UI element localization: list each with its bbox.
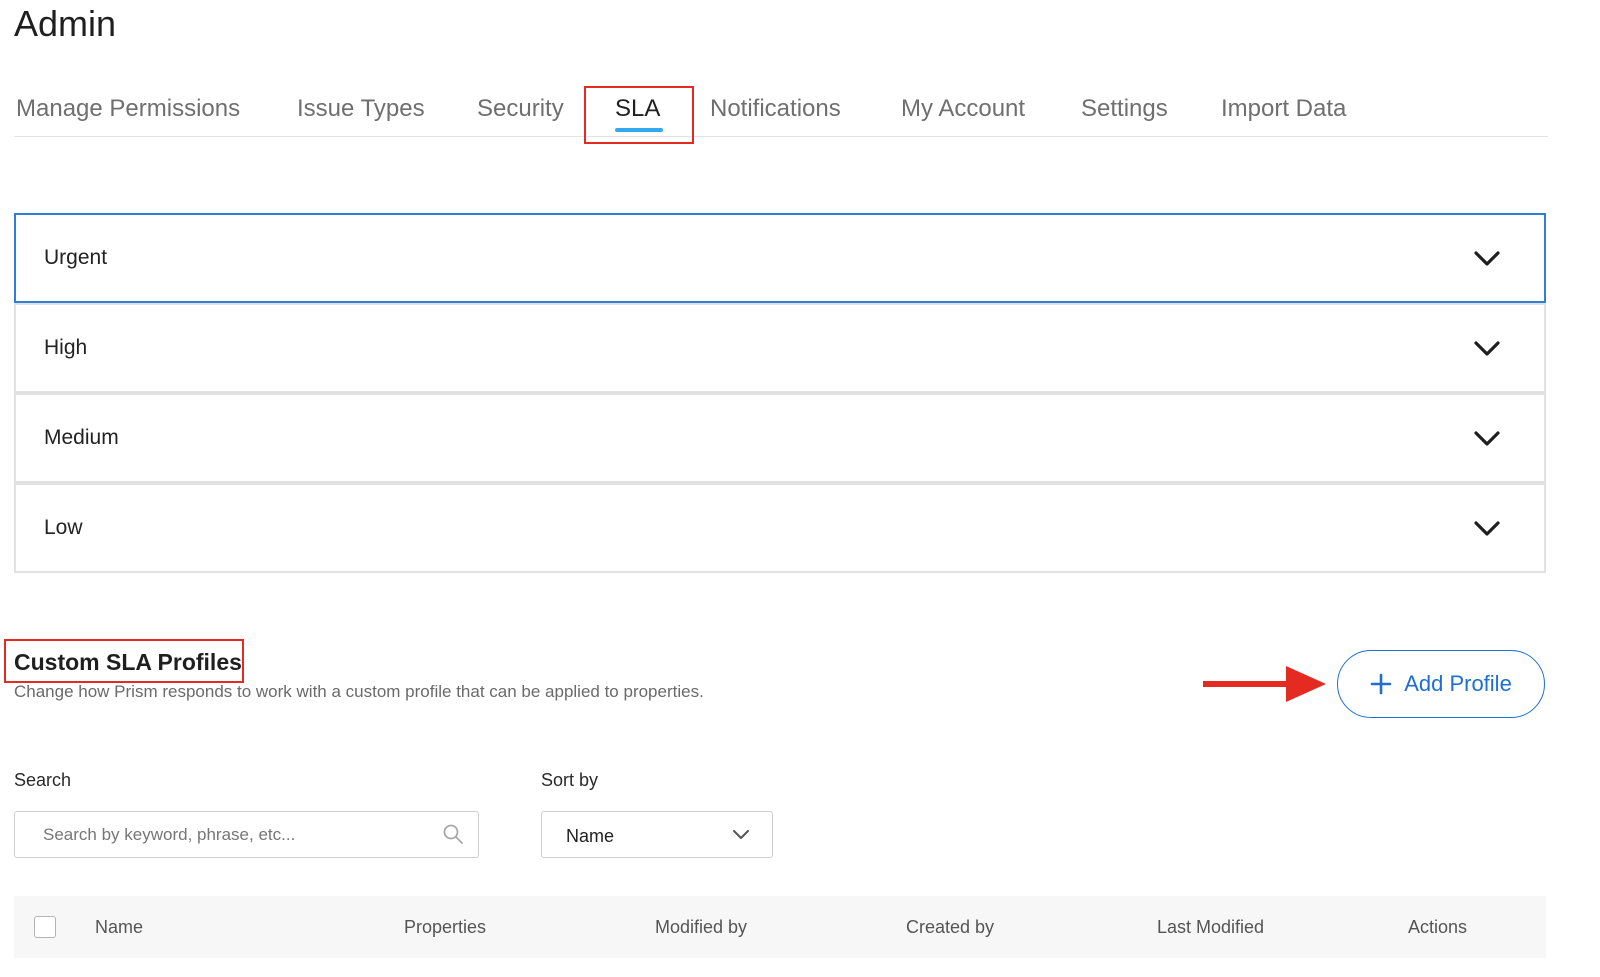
accordion-item-low[interactable]: Low [14,483,1546,573]
annotation-arrow-icon [1203,666,1326,702]
accordion-label: Low [44,516,83,539]
tab-settings[interactable]: Settings [1081,84,1168,134]
search-input[interactable] [41,812,435,858]
accordion-label: Urgent [44,246,108,269]
chevron-down-icon [733,830,749,839]
sort-label: Sort by [541,770,599,790]
chevron-down-icon [1474,251,1500,266]
column-header-properties[interactable]: Properties [404,896,486,958]
sort-select[interactable]: Name [541,811,773,858]
tab-import-data[interactable]: Import Data [1221,84,1346,134]
page-title: Admin [14,3,117,44]
chevron-down-icon [1474,521,1500,536]
chevron-down-icon [1474,341,1500,356]
tab-manage-permissions[interactable]: Manage Permissions [16,84,240,134]
section-subtitle: Change how Prism responds to work with a… [14,682,704,701]
sort-value: Name [566,826,615,846]
accordion-item-medium[interactable]: Medium [14,393,1546,483]
section-title-annotation-box [4,639,244,683]
column-header-modified-by[interactable]: Modified by [655,896,747,958]
search-icon[interactable] [442,823,464,845]
column-header-last-modified[interactable]: Last Modified [1157,896,1264,958]
priority-accordion: Urgent High Medium Low [14,213,1546,573]
chevron-down-icon [1474,431,1500,446]
accordion-item-high[interactable]: High [14,303,1546,393]
accordion-label: Medium [44,426,119,449]
sla-tab-annotation-box [584,86,694,144]
accordion-item-urgent[interactable]: Urgent [14,213,1546,303]
tab-security[interactable]: Security [477,84,564,134]
select-all-checkbox[interactable] [34,916,56,938]
table-header: Name Properties Modified by Created by L… [14,896,1546,958]
plus-icon [1370,673,1392,695]
search-label: Search [14,770,72,790]
add-profile-button[interactable]: Add Profile [1337,650,1545,718]
tab-notifications[interactable]: Notifications [710,84,841,134]
column-header-actions: Actions [1408,917,1468,937]
search-field [14,811,479,858]
admin-tabs: Manage Permissions Issue Types Security … [14,84,1548,137]
column-header-name[interactable]: Name [95,896,143,958]
accordion-label: High [44,336,88,359]
column-header-created-by[interactable]: Created by [906,896,994,958]
add-profile-label: Add Profile [1404,671,1512,696]
tab-issue-types[interactable]: Issue Types [297,84,425,134]
tab-my-account[interactable]: My Account [901,84,1025,134]
